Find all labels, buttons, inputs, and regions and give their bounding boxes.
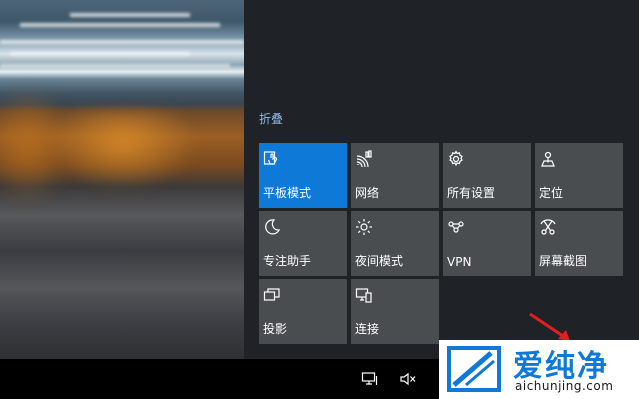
tile-label: VPN bbox=[447, 255, 472, 269]
tile-label: 屏幕截图 bbox=[539, 254, 588, 268]
tile-night-light[interactable]: 夜间模式 bbox=[351, 211, 439, 276]
connect-icon bbox=[355, 286, 373, 304]
tile-label: 专注助手 bbox=[263, 254, 312, 268]
collapse-link[interactable]: 折叠 bbox=[259, 110, 283, 127]
screen-snip-icon bbox=[539, 218, 557, 236]
tile-connect[interactable]: 连接 bbox=[351, 279, 439, 344]
network-icon bbox=[355, 150, 373, 168]
tile-label: 夜间模式 bbox=[355, 254, 404, 268]
tile-label: 连接 bbox=[355, 322, 380, 336]
tile-network[interactable]: 网络 bbox=[351, 143, 439, 208]
volume-muted-icon[interactable] bbox=[398, 369, 418, 389]
wave-foam bbox=[20, 23, 220, 27]
brand-logo bbox=[447, 346, 501, 392]
tile-label: 平板模式 bbox=[263, 186, 312, 200]
wave-foam bbox=[0, 64, 230, 67]
tile-label: 网络 bbox=[355, 186, 380, 200]
brand-url: aichunjing.com bbox=[515, 379, 614, 393]
wave-foam bbox=[70, 13, 190, 17]
watermark: 爱纯净 aichunjing.com bbox=[439, 340, 639, 399]
network-tray-icon[interactable] bbox=[360, 369, 380, 389]
sun-icon bbox=[355, 218, 373, 236]
vpn-icon bbox=[447, 218, 465, 236]
tablet-mode-icon bbox=[263, 150, 281, 168]
wave-foam bbox=[0, 40, 244, 44]
moon-icon bbox=[263, 218, 281, 236]
tile-label: 所有设置 bbox=[447, 186, 496, 200]
tile-vpn[interactable]: VPN bbox=[443, 211, 531, 276]
project-icon bbox=[263, 286, 281, 304]
desktop-wallpaper bbox=[0, 0, 244, 359]
wave-foam bbox=[10, 52, 190, 55]
tile-label: 投影 bbox=[263, 322, 288, 336]
tile-focus-assist[interactable]: 专注助手 bbox=[259, 211, 347, 276]
tile-location[interactable]: 定位 bbox=[535, 143, 623, 208]
settings-gear-icon bbox=[447, 150, 465, 168]
tile-label: 定位 bbox=[539, 186, 564, 200]
location-icon bbox=[539, 150, 557, 168]
action-center-panel: 折叠 平板模式 网络 所有设置 定位 专注助手 夜间模式 VPN 屏幕截图 投影… bbox=[244, 0, 639, 359]
tile-all-settings[interactable]: 所有设置 bbox=[443, 143, 531, 208]
tile-project[interactable]: 投影 bbox=[259, 279, 347, 344]
wallpaper-reflection bbox=[48, 110, 198, 190]
tile-screen-snip[interactable]: 屏幕截图 bbox=[535, 211, 623, 276]
tile-tablet-mode[interactable]: 平板模式 bbox=[259, 143, 347, 208]
